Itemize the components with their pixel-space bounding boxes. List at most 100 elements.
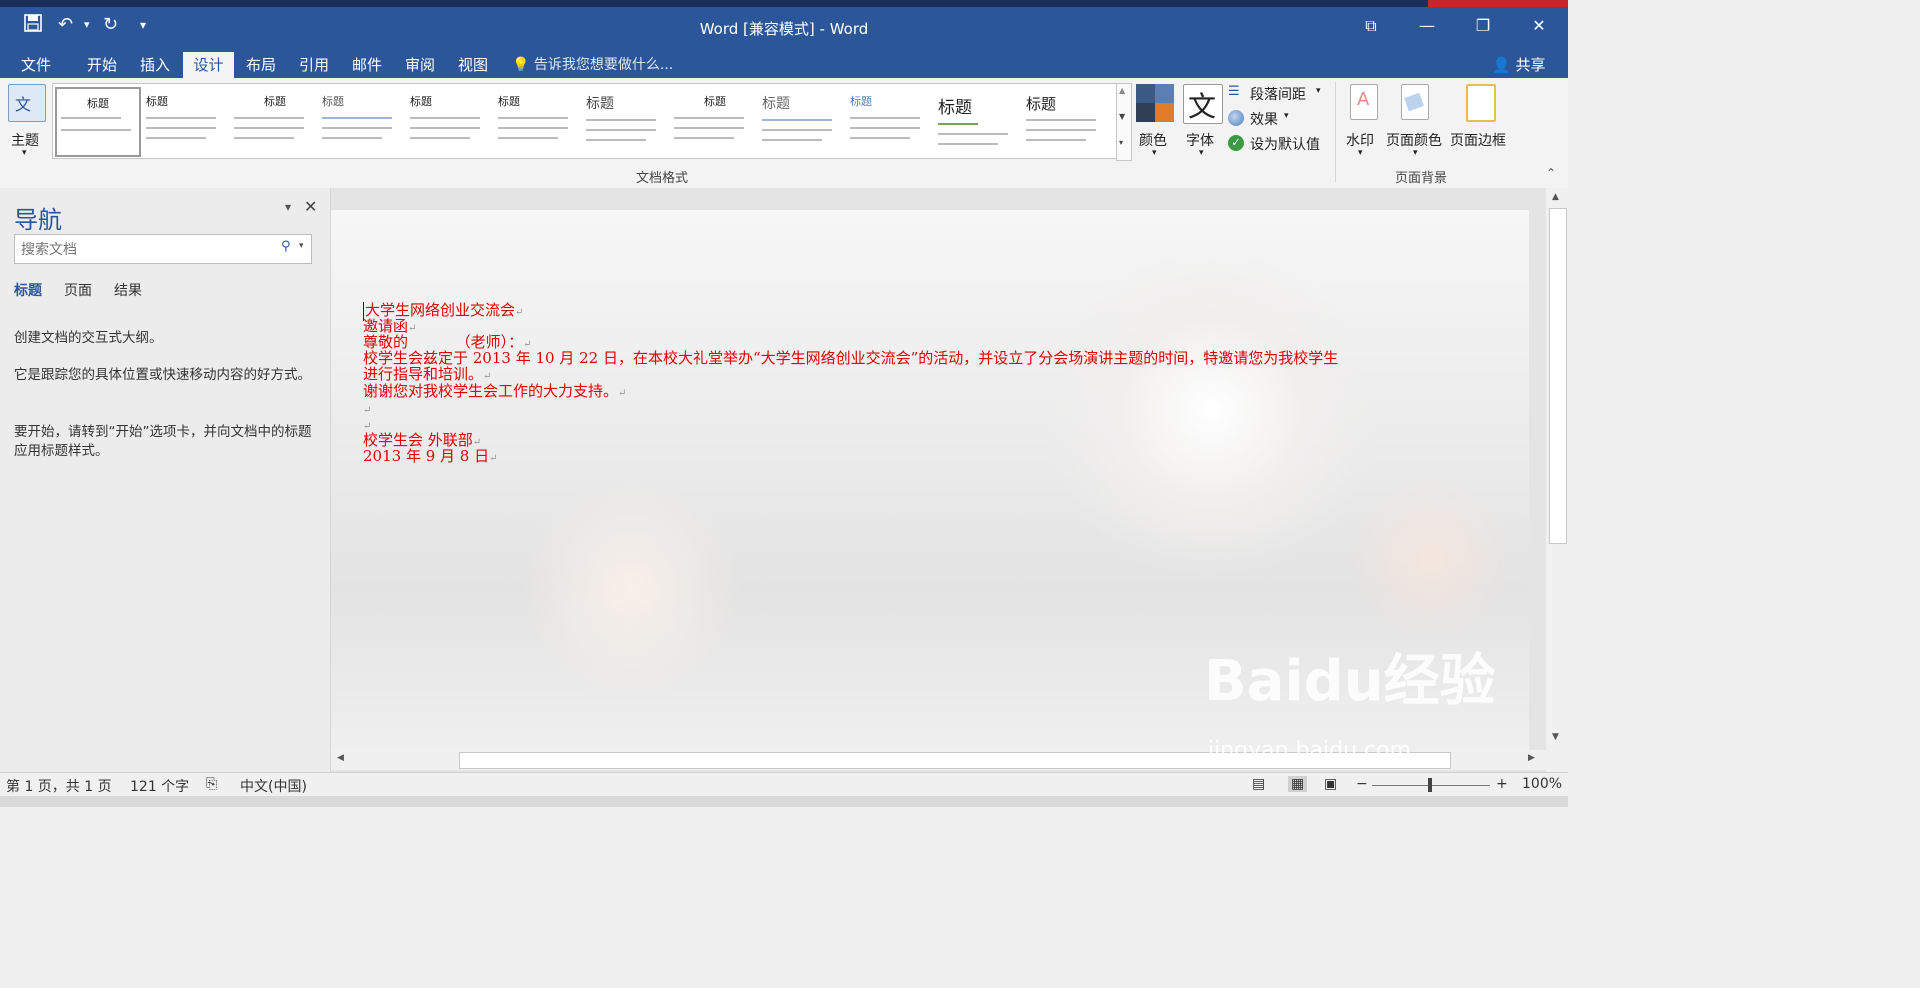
style-thumbnail[interactable]: 标题 [230, 87, 312, 153]
word-count[interactable]: 121 个字 [130, 776, 189, 796]
gallery-scroll[interactable]: ▲ ▼ ▾ [1116, 83, 1132, 161]
style-thumbnail[interactable]: 标题 [494, 87, 576, 153]
nav-tab-pages[interactable]: 页面 [64, 280, 92, 300]
share-button[interactable]: 👤 共享 [1492, 52, 1545, 78]
nav-close-icon[interactable]: ✕ [304, 197, 317, 216]
nav-help-text-2: 它是跟踪您的具体位置或快速移动内容的好方式。 [14, 367, 311, 383]
checkmark-icon: ✓ [1228, 135, 1244, 151]
ribbon-display-options-icon[interactable]: ⧉ [1354, 12, 1388, 40]
restore-button[interactable]: ❐ [1466, 12, 1500, 40]
person-icon: 👤 [1492, 56, 1511, 74]
nav-tab-headings[interactable]: 标题 [14, 280, 42, 300]
tab-insert[interactable]: 插入 [131, 52, 179, 78]
collapse-ribbon-icon[interactable]: ⌃ [1546, 166, 1556, 180]
style-thumbnail[interactable]: 标题 [55, 87, 141, 157]
minimize-button[interactable]: — [1410, 12, 1444, 40]
style-thumbnail[interactable]: 标题 [582, 87, 664, 153]
nav-help-text-3: 要开始，请转到“开始”选项卡，并向文档中的标题应用标题样式。 [14, 424, 312, 459]
page-borders-button[interactable]: 页面边框 [1448, 84, 1510, 164]
tab-review[interactable]: 审阅 [396, 52, 444, 78]
scroll-up-icon[interactable]: ▲ [1119, 86, 1125, 95]
vertical-scrollbar[interactable]: ▲ ▼ [1546, 188, 1568, 750]
fonts-dropdown-icon: ▾ [1199, 148, 1204, 158]
style-thumbnail[interactable]: 标题 [934, 87, 1016, 153]
doc-line-6: 谢谢您对我校学生会工作的大力支持。↵ [363, 382, 627, 400]
style-thumbnail[interactable]: 标题 [142, 87, 224, 153]
nav-options-icon[interactable]: ▾ [285, 200, 291, 214]
scroll-right-arrow-icon[interactable]: ▶ [1528, 753, 1535, 763]
watermark-label: 水印 [1346, 133, 1374, 149]
style-thumbnail[interactable]: 标题 [846, 87, 928, 153]
tell-me-box[interactable]: 💡 告诉我您想要做什么... [512, 52, 673, 78]
set-as-default-label: 设为默认值 [1250, 137, 1320, 153]
effects-icon [1228, 110, 1244, 126]
zoom-in-icon[interactable]: + [1496, 776, 1508, 792]
effects-dropdown-icon: ▾ [1284, 111, 1289, 121]
search-input[interactable] [19, 239, 273, 261]
tab-design[interactable]: 设计 [183, 52, 234, 78]
nav-search-box[interactable]: ⚲ ▾ [14, 234, 312, 264]
style-thumbnail[interactable]: 标题 [1022, 87, 1104, 153]
fonts-label: 字体 [1186, 133, 1214, 149]
web-layout-icon[interactable]: ▣ [1324, 776, 1337, 792]
color-palette-icon [1136, 84, 1174, 122]
style-thumbnail[interactable]: 标题 [318, 87, 400, 153]
scroll-down-arrow-icon[interactable]: ▼ [1552, 732, 1559, 742]
bottom-strip [0, 796, 1568, 807]
doc-line-10: 2013 年 9 月 8 日↵ [363, 447, 498, 465]
doc-line-4: 校学生会兹定于 2013 年 10 月 22 日，在本校大礼堂举办“大学生网络创… [363, 349, 1339, 367]
zoom-slider-handle[interactable] [1428, 778, 1432, 792]
top-strip [0, 0, 1568, 7]
page-color-dropdown-icon: ▾ [1413, 148, 1418, 158]
colors-button[interactable]: 颜色 ▾ [1136, 84, 1176, 164]
tab-layout[interactable]: 布局 [237, 52, 285, 78]
group-divider [1335, 82, 1336, 182]
tab-references[interactable]: 引用 [290, 52, 338, 78]
tab-view[interactable]: 视图 [449, 52, 497, 78]
style-thumbnail[interactable]: 标题 [406, 87, 488, 153]
scroll-left-arrow-icon[interactable]: ◀ [337, 753, 344, 763]
tab-mailings[interactable]: 邮件 [343, 52, 391, 78]
paragraph-spacing-button[interactable]: ☰ 段落间距 ▾ [1228, 84, 1328, 104]
zoom-out-icon[interactable]: − [1356, 776, 1368, 792]
group-label-document-formatting: 文档格式 [636, 171, 689, 186]
style-thumbnail[interactable]: 标题 [670, 87, 752, 153]
themes-button[interactable]: 文 主题 ▾ [6, 84, 46, 164]
effects-label: 效果 [1250, 112, 1278, 128]
nav-pane-title: 导航 [14, 206, 62, 234]
ribbon-tabs: 文件 开始 插入 设计 布局 引用 邮件 审阅 视图 💡 告诉我您想要做什么..… [0, 48, 1568, 78]
colors-dropdown-icon: ▾ [1152, 148, 1157, 158]
fonts-button[interactable]: 文 字体 ▾ [1183, 84, 1223, 164]
baidu-url-watermark: jingyan.baidu.com [1208, 738, 1412, 763]
style-thumbnail[interactable]: 标题 [758, 87, 840, 153]
themes-dropdown-icon: ▾ [22, 148, 27, 158]
close-button[interactable]: ✕ [1522, 12, 1556, 40]
scroll-up-arrow-icon[interactable]: ▲ [1552, 192, 1559, 202]
effects-button[interactable]: 效果 ▾ [1228, 109, 1328, 129]
ribbon: 文 主题 ▾ 标题 标题 标题 标题 标题 标题 标题 标题 标题 标题 标题 … [0, 78, 1568, 189]
language-indicator[interactable]: 中文(中国) [240, 776, 307, 796]
themes-icon: 文 [8, 84, 46, 122]
baidu-logo-watermark: Baidu经验 [1204, 649, 1496, 714]
proofing-icon[interactable]: ⎘ [206, 776, 217, 792]
tab-file[interactable]: 文件 [12, 52, 60, 78]
zoom-level[interactable]: 100% [1522, 776, 1562, 792]
search-icon[interactable]: ⚲ [281, 239, 291, 254]
page-color-button[interactable]: 页面颜色 ▾ [1385, 84, 1445, 164]
vertical-scroll-thumb[interactable] [1549, 208, 1567, 544]
tab-home[interactable]: 开始 [78, 52, 126, 78]
gallery-more-icon[interactable]: ▾ [1119, 138, 1123, 147]
read-mode-icon[interactable]: ▤ [1252, 776, 1265, 792]
search-dropdown-icon[interactable]: ▾ [299, 241, 304, 251]
watermark-button[interactable]: A 水印 ▾ [1344, 84, 1380, 164]
paragraph-spacing-icon: ☰ [1228, 84, 1240, 99]
paragraph-spacing-label: 段落间距 [1250, 87, 1306, 103]
nav-tab-results[interactable]: 结果 [114, 280, 142, 300]
lightbulb-icon: 💡 [512, 57, 530, 73]
page-count[interactable]: 第 1 页，共 1 页 [6, 776, 112, 796]
set-as-default-button[interactable]: ✓ 设为默认值 [1228, 134, 1328, 154]
group-label-page-background: 页面背景 [1395, 171, 1448, 186]
print-layout-icon[interactable]: ▦ [1288, 776, 1308, 792]
page-borders-label: 页面边框 [1450, 133, 1506, 149]
scroll-down-icon[interactable]: ▼ [1119, 112, 1125, 121]
